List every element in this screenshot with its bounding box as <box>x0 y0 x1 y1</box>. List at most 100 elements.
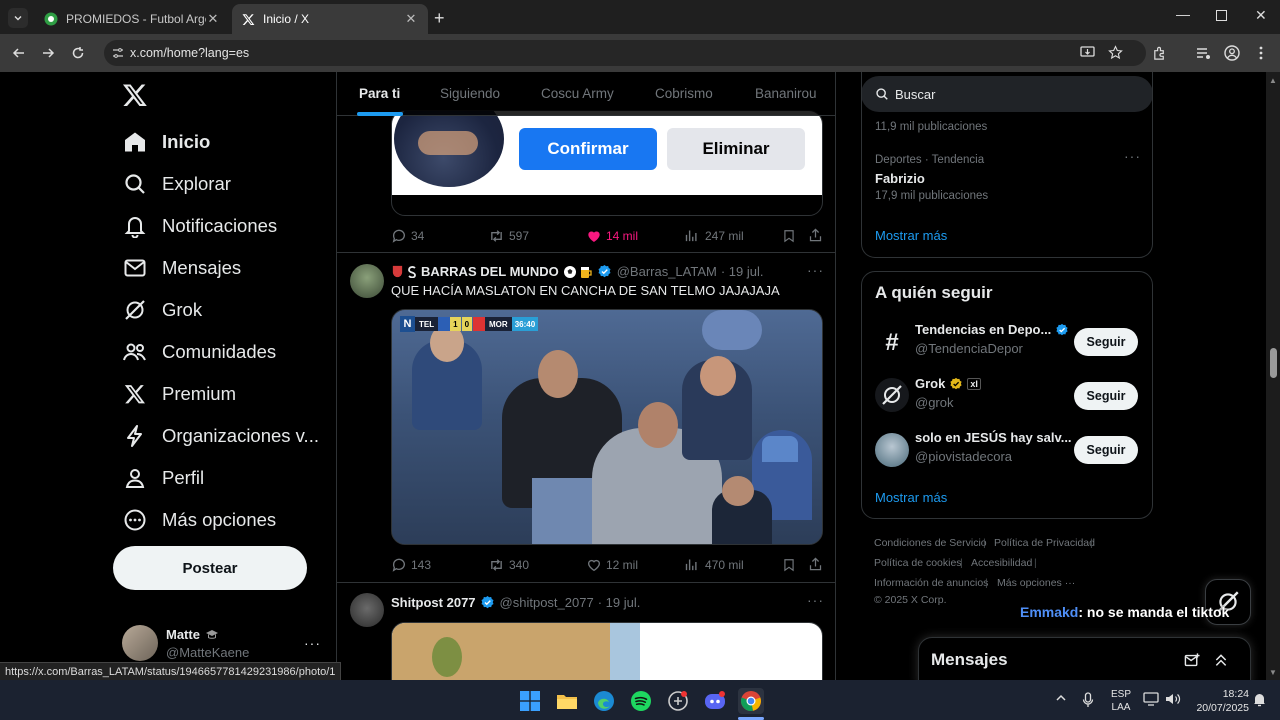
footer-link[interactable]: Política de Privacidad <box>994 537 1095 549</box>
edge-taskbar-button[interactable] <box>591 688 617 714</box>
close-window-button[interactable]: ✕ <box>1255 7 1267 24</box>
reply-button[interactable]: 143 <box>391 557 431 573</box>
post-avatar[interactable] <box>350 593 384 627</box>
nav-messages[interactable]: Mensajes <box>122 249 241 287</box>
bookmark-star-icon[interactable] <box>1108 45 1123 60</box>
app-taskbar-button[interactable] <box>665 688 691 714</box>
trend-more-icon[interactable]: ··· <box>1124 148 1141 164</box>
tab-promiedos[interactable]: PROMIEDOS - Futbol Argentino ✕ <box>34 4 230 34</box>
nav-profile[interactable]: Perfil <box>122 459 204 497</box>
post-date[interactable]: · 19 jul. <box>721 264 764 279</box>
follow-suggestion[interactable]: Grok xI @grok Seguir <box>862 370 1152 424</box>
spotify-taskbar-button[interactable] <box>628 688 654 714</box>
repost-button[interactable]: 340 <box>488 557 529 573</box>
trends-show-more-link[interactable]: Mostrar más <box>875 228 947 243</box>
tab-cobrismo[interactable]: Cobrismo <box>655 86 713 101</box>
tab-bananirou[interactable]: Bananirou <box>755 86 817 101</box>
nav-more[interactable]: Más opciones <box>122 501 276 539</box>
follow-button[interactable]: Seguir <box>1074 382 1138 410</box>
nav-explore[interactable]: Explorar <box>122 165 231 203</box>
nav-premium[interactable]: Premium <box>122 375 236 413</box>
nav-organizations[interactable]: Organizaciones v... <box>122 417 319 455</box>
post-more-icon[interactable]: ··· <box>807 592 824 608</box>
tab-inicio-x[interactable]: Inicio / X ✕ <box>232 4 428 34</box>
scrollbar-thumb[interactable] <box>1270 348 1277 378</box>
views-button[interactable]: 470 mil <box>684 557 744 572</box>
microphone-tray-button[interactable] <box>1082 692 1094 708</box>
post-photo[interactable]: N TEL 1 0 MOR 36:40 <box>391 309 823 545</box>
chrome-taskbar-button[interactable] <box>738 688 764 714</box>
post-button[interactable]: Postear <box>113 546 307 590</box>
footer-link[interactable]: Más opciones ··· <box>997 577 1075 589</box>
reply-button[interactable]: 34 <box>391 228 424 244</box>
file-explorer-taskbar-button[interactable] <box>554 688 580 714</box>
reload-button[interactable] <box>67 42 89 64</box>
new-tab-button[interactable]: + <box>434 8 445 29</box>
messages-drawer[interactable]: Mensajes <box>918 637 1251 680</box>
minimize-window-button[interactable]: — <box>1176 6 1190 22</box>
like-button[interactable]: 12 mil <box>586 557 638 573</box>
input-language-button[interactable]: ESP LAA <box>1111 688 1131 714</box>
scroll-down-arrow[interactable]: ▼ <box>1269 668 1277 677</box>
double-chevron-up-icon[interactable] <box>1213 651 1229 669</box>
media-control-button[interactable] <box>1192 42 1214 64</box>
footer-link[interactable]: Accesibilidad <box>971 557 1032 569</box>
browser-menu-button[interactable] <box>1250 42 1272 64</box>
repost-button[interactable]: 597 <box>488 228 529 244</box>
follow-button[interactable]: Seguir <box>1074 436 1138 464</box>
footer-link[interactable]: Política de cookies <box>874 557 962 569</box>
tab-coscu-army[interactable]: Coscu Army <box>541 86 614 101</box>
bookmark-icon[interactable] <box>782 228 796 244</box>
new-message-icon[interactable] <box>1184 652 1201 669</box>
post-more-icon[interactable]: ··· <box>807 262 824 278</box>
post-author-name[interactable]: BARRAS DEL MUNDO <box>421 264 559 279</box>
nav-grok[interactable]: Grok <box>122 291 202 329</box>
follow-show-more-link[interactable]: Mostrar más <box>875 490 947 505</box>
tab-para-ti[interactable]: Para ti <box>359 86 400 101</box>
post-photo[interactable] <box>391 622 823 680</box>
post-author-name[interactable]: Shitpost 2077 <box>391 595 476 610</box>
x-logo[interactable] <box>122 82 148 108</box>
install-app-icon[interactable] <box>1080 46 1095 60</box>
clock-tray-button[interactable]: 18:24 20/07/2025 <box>1187 687 1249 715</box>
follow-suggestion[interactable]: # Tendencias en Depo... @TendenciaDepor … <box>862 316 1152 370</box>
start-button[interactable] <box>517 688 543 714</box>
account-switcher[interactable]: Matte @MatteKaene ··· <box>122 625 320 665</box>
close-tab-icon[interactable]: ✕ <box>206 11 220 27</box>
bookmark-icon[interactable] <box>782 557 796 573</box>
address-bar[interactable]: x.com/home?lang=es <box>104 40 1146 66</box>
nav-communities[interactable]: Comunidades <box>122 333 276 371</box>
nav-home[interactable]: Inicio <box>122 123 210 161</box>
post-author-handle[interactable]: @shitpost_2077 <box>500 595 594 610</box>
trend-item[interactable]: Deportes · Tendencia Fabrizio 17,9 mil p… <box>862 142 1152 206</box>
nav-notifications[interactable]: Notificaciones <box>122 207 277 245</box>
notifications-tray-button[interactable] <box>1253 692 1266 707</box>
follow-button[interactable]: Seguir <box>1074 328 1138 356</box>
post-avatar[interactable] <box>350 264 384 298</box>
tab-search-button[interactable] <box>8 8 28 28</box>
site-settings-icon[interactable] <box>112 47 124 59</box>
account-more-icon[interactable]: ··· <box>304 635 321 651</box>
footer-link[interactable]: Información de anuncios <box>874 577 988 589</box>
close-tab-icon[interactable]: ✕ <box>404 11 418 27</box>
network-tray-button[interactable] <box>1143 692 1159 706</box>
prev-post-media[interactable]: Confirmar Eliminar <box>391 110 823 216</box>
maximize-window-button[interactable] <box>1216 10 1227 21</box>
back-button[interactable] <box>8 42 30 64</box>
footer-link[interactable]: Condiciones de Servicio <box>874 537 987 549</box>
views-button[interactable]: 247 mil <box>684 228 744 243</box>
post-date[interactable]: · 19 jul. <box>598 595 641 610</box>
discord-taskbar-button[interactable] <box>702 688 728 714</box>
forward-button[interactable] <box>37 42 59 64</box>
extensions-button[interactable] <box>1148 42 1170 64</box>
post-author-handle[interactable]: @Barras_LATAM <box>617 264 717 279</box>
profile-button[interactable] <box>1221 42 1243 64</box>
page-scrollbar[interactable]: ▲ ▼ <box>1266 72 1280 680</box>
scroll-up-arrow[interactable]: ▲ <box>1269 76 1277 85</box>
show-hidden-icons-button[interactable] <box>1055 693 1067 703</box>
tab-siguiendo[interactable]: Siguiendo <box>440 86 500 101</box>
share-icon[interactable] <box>808 556 823 572</box>
follow-suggestion[interactable]: solo en JESÚS hay salv... @piovistadecor… <box>862 424 1152 478</box>
volume-tray-button[interactable] <box>1165 692 1181 706</box>
like-button[interactable]: 14 mil <box>586 228 638 244</box>
